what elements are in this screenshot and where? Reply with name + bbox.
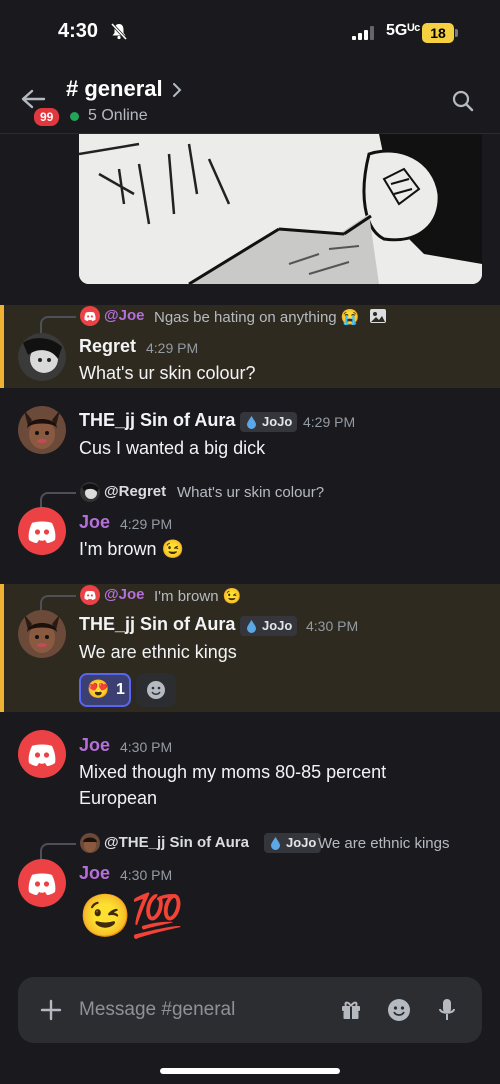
water-drop-icon — [247, 416, 256, 429]
status-bar: 4:30 5Gᵁᶜ 18 — [0, 0, 500, 62]
water-drop-icon — [271, 837, 280, 850]
avatar[interactable] — [18, 406, 66, 454]
message-text: I'm brown 😉 — [79, 539, 184, 559]
battery-icon: 18 — [422, 23, 458, 43]
message-item[interactable]: THE_jj Sin of Aura JoJo 4:29 PM Cus I wa… — [0, 388, 500, 468]
muted-bell-icon — [110, 22, 128, 40]
message-text: What's ur skin colour? — [79, 363, 256, 383]
message-timestamp: 4:30 PM — [306, 618, 359, 634]
emoji-icon[interactable] — [387, 998, 411, 1022]
message-item[interactable]: @Joe I'm brown 😉 THE_jj Sin of Aura JoJo… — [0, 584, 500, 712]
user-tag-label: JoJo — [286, 835, 317, 850]
message-item[interactable]: @Regret What's ur skin colour? Joe 4:29 … — [0, 478, 500, 574]
reaction-pill[interactable]: 😍 1 — [79, 673, 131, 707]
avatar[interactable] — [18, 610, 66, 658]
reply-avatar — [80, 482, 100, 502]
reply-author: @Joe — [104, 586, 145, 603]
message-text: Cus I wanted a big dick — [79, 438, 266, 458]
reply-author: @Regret — [104, 483, 167, 500]
message-author[interactable]: THE_jj Sin of Aura — [79, 614, 235, 635]
channel-header: 99 # general 5 Online — [0, 62, 500, 134]
message-item[interactable]: Joe 4:30 PM Mixed though my moms 80-85 p… — [0, 730, 500, 820]
avatar[interactable] — [18, 333, 66, 381]
microphone-icon[interactable] — [438, 998, 456, 1022]
online-status-dot — [70, 112, 79, 121]
gift-icon[interactable] — [340, 999, 362, 1021]
image-attachment-icon — [370, 309, 386, 323]
user-tag: JoJo — [240, 412, 298, 432]
user-tag: JoJo — [264, 833, 322, 853]
message-composer[interactable]: Message #general — [18, 977, 482, 1043]
reply-text: I'm brown 😉 — [154, 588, 242, 605]
avatar[interactable] — [18, 730, 66, 778]
reply-avatar — [80, 585, 100, 605]
home-indicator[interactable] — [160, 1068, 340, 1074]
channel-title[interactable]: # general — [66, 76, 163, 102]
message-author[interactable]: Joe — [79, 863, 110, 884]
message-text: 😉💯 — [79, 892, 184, 939]
add-reaction-icon — [147, 681, 165, 699]
message-text-line: Mixed though my moms 80-85 percent — [79, 762, 387, 782]
online-count: 5 Online — [88, 107, 148, 124]
message-item[interactable]: @THE_jj Sin of Aura JoJo We are ethnic k… — [0, 831, 500, 951]
message-author[interactable]: Joe — [79, 735, 110, 756]
message-timestamp: 4:29 PM — [146, 340, 199, 356]
cell-signal-icon — [352, 26, 374, 40]
reply-text: We are ethnic kings — [318, 835, 450, 852]
reply-author: @THE_jj Sin of Aura — [104, 834, 249, 851]
message-author[interactable]: Regret — [79, 336, 136, 357]
user-tag-label: JoJo — [262, 618, 293, 633]
message-item[interactable]: @Joe Ngas be hating on anything 😭 Regret… — [0, 305, 500, 388]
reaction-count: 1 — [116, 681, 125, 698]
message-input[interactable]: Message #general — [79, 999, 235, 1021]
user-tag: JoJo — [240, 616, 298, 636]
plus-icon[interactable] — [40, 999, 62, 1021]
reply-text: Ngas be hating on anything 😭 — [154, 309, 360, 326]
status-time: 4:30 — [58, 20, 99, 42]
reply-author: @Joe — [104, 307, 145, 324]
message-author[interactable]: THE_jj Sin of Aura — [79, 410, 235, 431]
message-text: We are ethnic kings — [79, 642, 237, 662]
message-author[interactable]: Joe — [79, 512, 110, 533]
avatar[interactable] — [18, 507, 66, 555]
user-tag-label: JoJo — [262, 414, 293, 429]
reply-text: What's ur skin colour? — [177, 484, 325, 501]
reply-avatar — [80, 306, 100, 326]
attachment-image[interactable] — [79, 134, 482, 284]
water-drop-icon — [247, 620, 256, 633]
search-icon[interactable] — [452, 90, 474, 112]
reply-avatar — [80, 833, 100, 853]
chevron-right-icon[interactable] — [172, 82, 182, 98]
message-timestamp: 4:30 PM — [120, 739, 173, 755]
reaction-emoji: 😍 — [87, 679, 110, 699]
add-reaction-button[interactable] — [136, 673, 176, 707]
battery-level: 18 — [422, 23, 454, 43]
message-timestamp: 4:29 PM — [120, 516, 173, 532]
message-text-line: European — [79, 788, 158, 808]
network-type: 5Gᵁᶜ — [386, 22, 421, 39]
message-timestamp: 4:29 PM — [303, 414, 356, 430]
message-timestamp: 4:30 PM — [120, 867, 173, 883]
avatar[interactable] — [18, 859, 66, 907]
unread-badge: 99 — [32, 106, 62, 128]
